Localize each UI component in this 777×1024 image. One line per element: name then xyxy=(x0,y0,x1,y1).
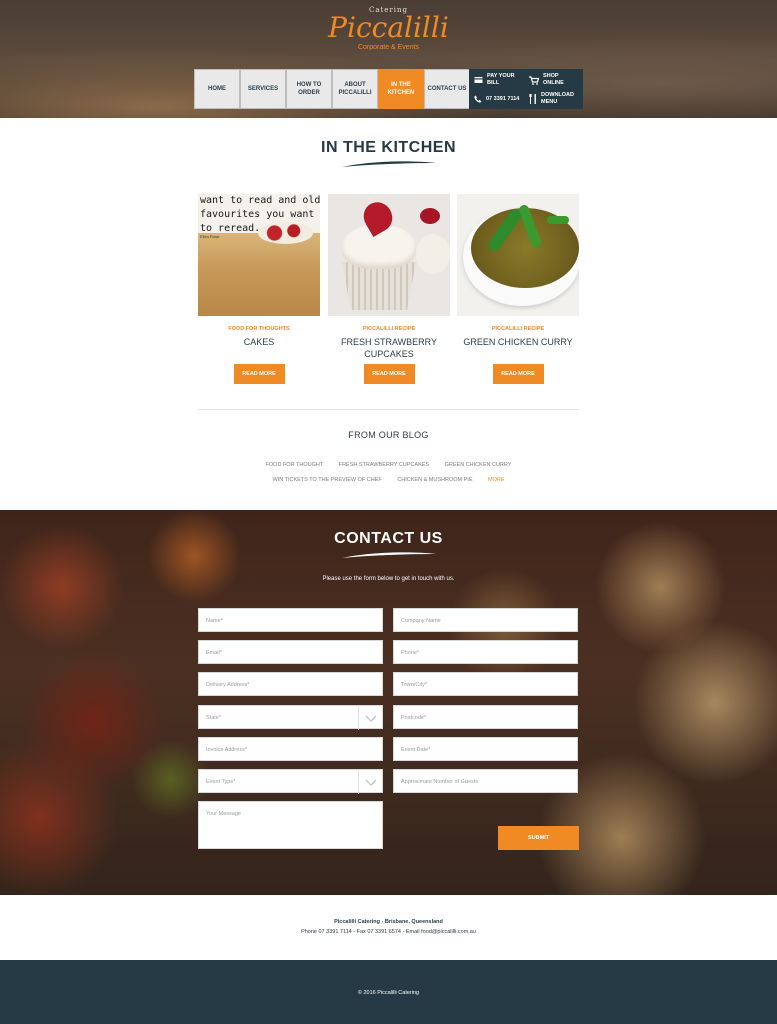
shop-online-label: SHOP ONLINE xyxy=(543,73,564,86)
guests-field[interactable]: Approximate Number of Guests xyxy=(393,769,578,793)
pay-bill-label: PAY YOUR BILL xyxy=(487,73,515,86)
company-field[interactable]: Company Name xyxy=(393,608,578,632)
blog-link[interactable]: CHICKEN & MUSHROOM PIE xyxy=(397,477,472,483)
state-select-label: State* xyxy=(206,715,221,721)
card-title[interactable]: GREEN CHICKEN CURRY xyxy=(457,336,579,362)
phone-link[interactable]: 07 3391 7114 xyxy=(474,95,530,103)
section-divider xyxy=(198,409,579,410)
contact-title-underline xyxy=(342,552,436,558)
card-category: FOOD FOR THOUGHTS xyxy=(228,326,290,332)
cupcakes-image[interactable] xyxy=(328,194,450,316)
postcode-field[interactable]: Postcode* xyxy=(393,705,578,729)
blog-link[interactable]: GREEN CHICKEN CURRY xyxy=(445,462,512,468)
header-hero: Catering Piccalilli Corporate & Events H… xyxy=(0,0,777,118)
footer-bar: © 2016 Piccalilli Catering xyxy=(0,960,777,1024)
email-field[interactable]: Email* xyxy=(198,640,383,664)
shop-online-link[interactable]: SHOP ONLINE xyxy=(529,73,581,87)
title-underline xyxy=(342,161,436,167)
nav-services[interactable]: SERVICES xyxy=(240,69,286,109)
utility-nav: PAY YOUR BILL SHOP ONLINE 07 3391 7114 D… xyxy=(469,69,583,109)
contact-title: CONTACT US xyxy=(334,530,443,547)
footer-contact: Phone 07 3391 7114 - Fax 07 3391 6574 - … xyxy=(301,929,476,935)
cakes-image[interactable]: want to read and old favourites you want… xyxy=(198,194,320,316)
card-category: PICCALILLI RECIPE xyxy=(362,326,416,332)
nav-home[interactable]: HOME xyxy=(194,69,240,109)
event-date-field[interactable]: Event Date* xyxy=(393,737,578,761)
nav-how-to-order[interactable]: HOW TO ORDER xyxy=(286,69,332,109)
message-textarea[interactable]: Your Message xyxy=(198,801,383,849)
nav-about[interactable]: ABOUT PICCALILLI xyxy=(332,69,378,109)
event-type-label: Event Type* xyxy=(206,779,236,785)
blog-link[interactable]: WIN TICKETS TO THE PREVIEW OF CHEF xyxy=(272,477,381,483)
copyright: © 2016 Piccalilli Catering xyxy=(357,990,420,996)
logo-main-text: Piccalilli xyxy=(328,11,449,44)
kitchen-card-cakes: want to read and old favourites you want… xyxy=(198,194,320,384)
card-category: PICCALILLI RECIPE xyxy=(491,326,545,332)
cutlery-icon xyxy=(529,94,536,104)
curry-image[interactable] xyxy=(457,194,579,316)
read-more-button[interactable]: READ MORE xyxy=(363,364,415,384)
logo-sub-text: Corporate & Events xyxy=(357,44,420,51)
download-menu-link[interactable]: DOWNLOAD MENU xyxy=(529,92,581,106)
main-nav: HOME SERVICES HOW TO ORDER ABOUT PICCALI… xyxy=(194,69,470,109)
chevron-down-icon xyxy=(358,770,382,794)
nav-contact[interactable]: CONTACT US xyxy=(424,69,470,109)
name-field[interactable]: Name* xyxy=(198,608,383,632)
cakes-image-credit: Ellen Rose xyxy=(200,234,220,239)
delivery-address-field[interactable]: Delivery Address* xyxy=(198,672,383,696)
card-title[interactable]: CAKES xyxy=(198,336,320,362)
chevron-down-icon xyxy=(358,706,382,730)
kitchen-title: IN THE KITCHEN xyxy=(321,139,456,156)
cart-icon xyxy=(529,75,539,85)
phone-field[interactable]: Phone* xyxy=(393,640,578,664)
kitchen-card-curry: PICCALILLI RECIPE GREEN CHICKEN CURRY RE… xyxy=(457,194,579,384)
kitchen-card-cupcakes: PICCALILLI RECIPE FRESH STRAWBERRY CUPCA… xyxy=(328,194,450,384)
download-menu-label: DOWNLOAD MENU xyxy=(541,92,574,105)
phone-number: 07 3391 7114 xyxy=(486,95,520,102)
cakes-image-line1: want to read and old xyxy=(200,195,320,206)
submit-button[interactable]: SUBMIT xyxy=(498,826,579,850)
read-more-button[interactable]: READ MORE xyxy=(492,364,544,384)
phone-icon xyxy=(474,95,482,103)
event-type-select[interactable]: Event Type* xyxy=(198,769,383,794)
blog-link[interactable]: FOOD FOR THOUGHT xyxy=(266,462,324,468)
blog-more-link[interactable]: MORE xyxy=(488,477,505,483)
cakes-image-line2: favourites you want xyxy=(200,209,315,220)
town-field[interactable]: Town/City* xyxy=(393,672,578,696)
footer-info: Piccalilli Catering - Brisbane, Queensla… xyxy=(0,895,777,960)
state-select[interactable]: State* xyxy=(198,705,383,730)
pay-bill-link[interactable]: PAY YOUR BILL xyxy=(474,73,526,87)
blog-links-row-2: WIN TICKETS TO THE PREVIEW OF CHEF CHICK… xyxy=(0,477,777,483)
blog-links-row-1: FOOD FOR THOUGHT FRESH STRAWBERRY CUPCAK… xyxy=(0,462,777,468)
read-more-button[interactable]: READ MORE xyxy=(233,364,285,384)
contact-section: CONTACT US Please use the form below to … xyxy=(0,510,777,895)
blog-title: FROM OUR BLOG xyxy=(348,430,429,440)
logo[interactable]: Catering Piccalilli Corporate & Events xyxy=(0,6,777,51)
blog-link[interactable]: FRESH STRAWBERRY CUPCAKES xyxy=(339,462,429,468)
nav-in-the-kitchen[interactable]: IN THE KITCHEN xyxy=(378,69,424,109)
card-icon xyxy=(474,77,483,83)
invoice-address-field[interactable]: Invoice Address* xyxy=(198,737,383,761)
contact-subtitle: Please use the form below to get in touc… xyxy=(322,576,455,582)
footer-address: Piccalilli Catering - Brisbane, Queensla… xyxy=(334,919,443,925)
card-title[interactable]: FRESH STRAWBERRY CUPCAKES xyxy=(328,336,450,362)
